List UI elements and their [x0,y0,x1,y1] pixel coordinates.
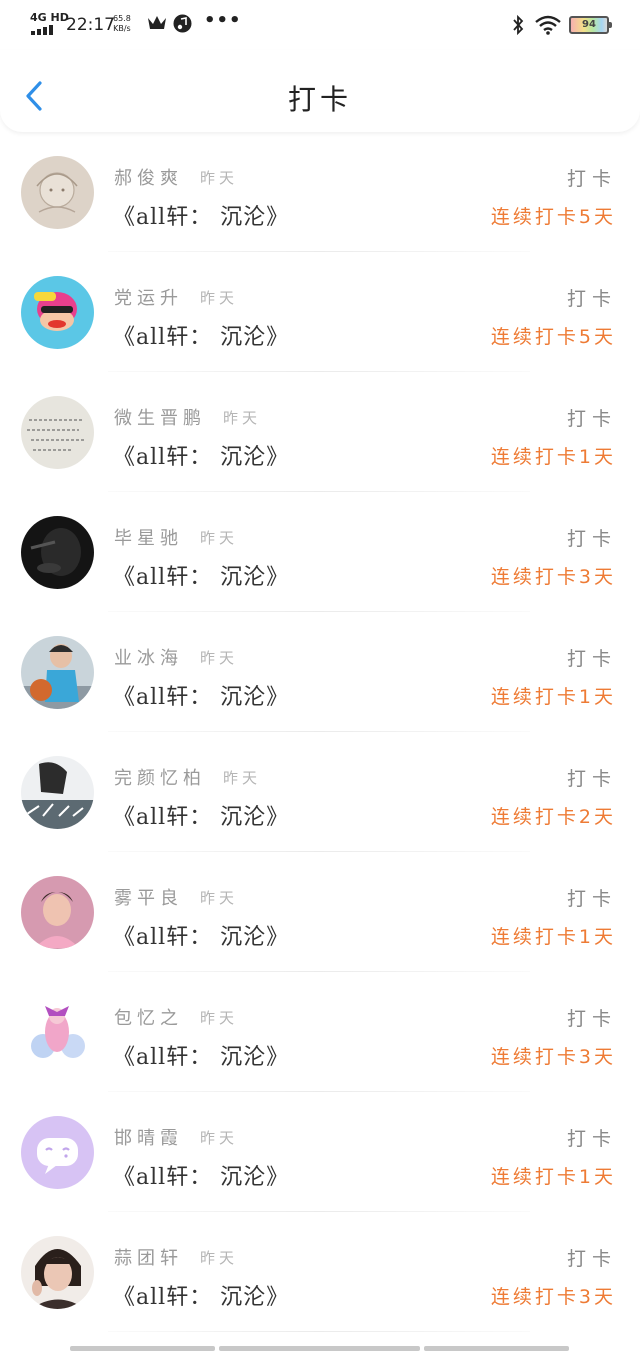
checkin-time: 昨天 [200,889,239,907]
list-item[interactable]: 微生晋鹏 昨天 《all轩： 沉沦》 打卡 连续打卡1天 [0,372,640,492]
user-name: 郝俊爽 [114,168,183,189]
streak-label: 连续打卡1天 [490,686,616,708]
book-title: 《all轩： 沉沦》 [113,925,290,950]
streak-label: 连续打卡1天 [490,446,616,468]
scroll-indicator [219,1346,420,1351]
speed-unit: KB/s [113,24,131,33]
music-app-icon [173,14,192,33]
battery-icon: 94 [569,16,612,34]
list-item[interactable]: 包忆之 昨天 《all轩： 沉沦》 打卡 连续打卡3天 [0,972,640,1092]
list-item[interactable]: 完颜忆柏 昨天 《all轩： 沉沦》 打卡 连续打卡2天 [0,732,640,852]
user-name: 微生晋鹏 [114,408,206,429]
streak-label: 连续打卡3天 [490,1286,616,1308]
list-item[interactable]: 邯晴霞 昨天 《all轩： 沉沦》 打卡 连续打卡1天 [0,1092,640,1212]
checkin-time: 昨天 [223,769,262,787]
user-name: 完颜忆柏 [114,768,206,789]
checkin-action-label: 打卡 [566,1128,617,1150]
book-title: 《all轩： 沉沦》 [113,325,290,350]
list-item[interactable]: 郝俊爽 昨天 《all轩： 沉沦》 打卡 连续打卡5天 [0,132,640,252]
streak-label: 连续打卡3天 [490,1046,616,1068]
signal-icon [31,25,53,35]
user-name: 党运升 [114,288,183,309]
book-title: 《all轩： 沉沦》 [113,1165,290,1190]
checkin-time: 昨天 [200,649,239,667]
streak-label: 连续打卡5天 [490,206,616,228]
clock: 22:17 [66,15,115,35]
crown-icon [148,16,166,29]
book-title: 《all轩： 沉沦》 [113,205,290,230]
avatar[interactable] [21,1116,94,1189]
status-bar: 4G HD 22:17 65.8 KB/s ••• 94 [0,0,640,50]
list-item[interactable]: 党运升 昨天 《all轩： 沉沦》 打卡 连续打卡5天 [0,252,640,372]
checkin-action-label: 打卡 [566,1248,617,1270]
book-title: 《all轩： 沉沦》 [113,1045,290,1070]
header: 打卡 [0,50,640,132]
user-name: 邯晴霞 [114,1128,183,1149]
avatar[interactable] [21,276,94,349]
checkin-action-label: 打卡 [566,288,617,310]
checkin-action-label: 打卡 [566,528,617,550]
list-item[interactable]: 雾平良 昨天 《all轩： 沉沦》 打卡 连续打卡1天 [0,852,640,972]
checkin-time: 昨天 [200,1129,239,1147]
checkin-action-label: 打卡 [566,648,617,670]
user-name: 蒜团轩 [114,1248,183,1269]
checkin-action-label: 打卡 [566,768,617,790]
checkin-action-label: 打卡 [566,168,617,190]
avatar[interactable] [21,756,94,829]
avatar[interactable] [21,1236,94,1309]
avatar[interactable] [21,636,94,709]
streak-label: 连续打卡5天 [490,326,616,348]
checkin-action-label: 打卡 [566,408,617,430]
book-title: 《all轩： 沉沦》 [113,445,290,470]
checkin-time: 昨天 [200,289,239,307]
avatar[interactable] [21,516,94,589]
network-speed: 65.8 KB/s [113,14,131,34]
checkin-time: 昨天 [200,529,239,547]
user-name: 毕星驰 [114,528,183,549]
user-name: 业冰海 [114,648,183,669]
book-title: 《all轩： 沉沦》 [113,685,290,710]
checkin-action-label: 打卡 [566,1008,617,1030]
book-title: 《all轩： 沉沦》 [113,805,290,830]
checkin-time: 昨天 [200,1009,239,1027]
streak-label: 连续打卡3天 [490,566,616,588]
wifi-icon [535,15,561,35]
page-title: 打卡 [287,83,352,116]
checkin-time: 昨天 [200,1249,239,1267]
avatar[interactable] [21,156,94,229]
book-title: 《all轩： 沉沦》 [113,1285,290,1310]
row-divider [108,1331,530,1332]
more-notifications-icon: ••• [204,10,242,31]
bluetooth-icon [513,14,524,36]
avatar[interactable] [21,396,94,469]
streak-label: 连续打卡2天 [490,806,616,828]
speed-value: 65.8 [113,14,131,23]
network-type: 4G HD [30,11,69,24]
user-name: 雾平良 [114,888,183,909]
checkin-action-label: 打卡 [566,888,617,910]
list-item[interactable]: 业冰海 昨天 《all轩： 沉沦》 打卡 连续打卡1天 [0,612,640,732]
list-item[interactable]: 蒜团轩 昨天 《all轩： 沉沦》 打卡 连续打卡3天 [0,1212,640,1332]
streak-label: 连续打卡1天 [490,1166,616,1188]
streak-label: 连续打卡1天 [490,926,616,948]
checkin-time: 昨天 [223,409,262,427]
checkin-time: 昨天 [200,169,239,187]
list-item[interactable]: 毕星驰 昨天 《all轩： 沉沦》 打卡 连续打卡3天 [0,492,640,612]
checkin-list: 郝俊爽 昨天 《all轩： 沉沦》 打卡 连续打卡5天 党运升 昨天 《all轩… [0,132,640,1332]
book-title: 《all轩： 沉沦》 [113,565,290,590]
user-name: 包忆之 [114,1008,183,1029]
scroll-indicator [70,1346,215,1351]
avatar[interactable] [21,996,94,1069]
avatar[interactable] [21,876,94,949]
scroll-indicator [424,1346,569,1351]
